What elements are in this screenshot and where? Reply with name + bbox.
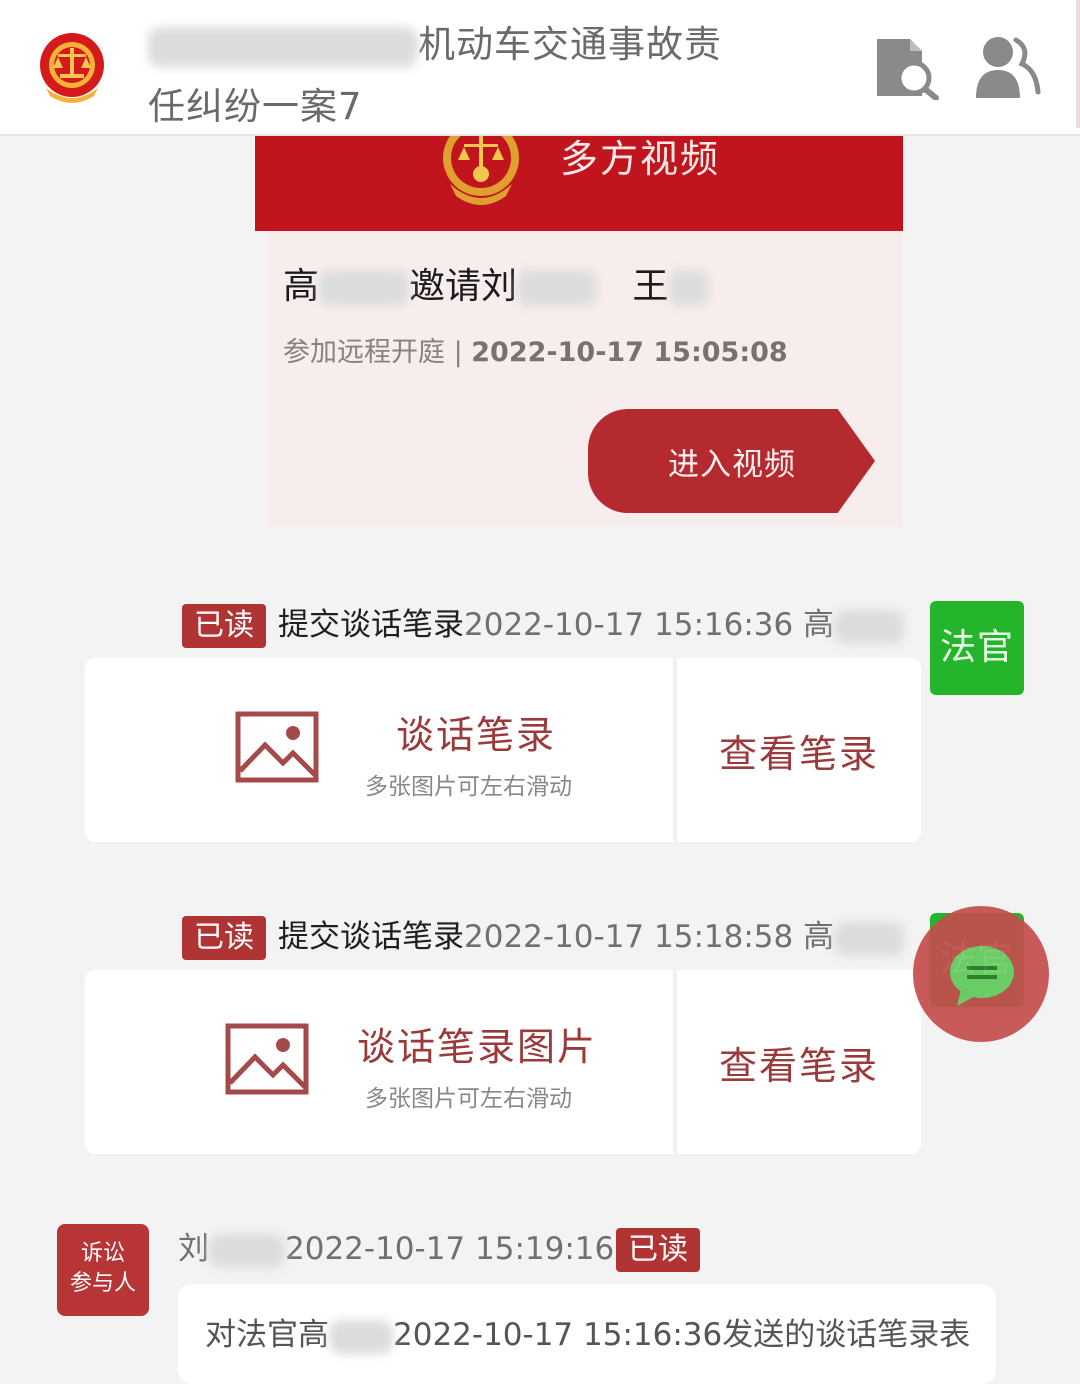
party-message-header: 刘 2022-10-17 15:19:16 bbox=[178, 1227, 614, 1271]
message-action: 提交谈话笔录 bbox=[278, 919, 464, 955]
video-invite-text: 高 邀请刘 王 bbox=[283, 262, 709, 312]
video-banner: 多方视频 bbox=[255, 136, 903, 231]
redacted-text bbox=[668, 270, 709, 306]
enter-video-button[interactable]: 进入视频 bbox=[588, 409, 875, 513]
note-subtitle: 多张图片可左右滑动 bbox=[365, 1086, 572, 1112]
image-icon bbox=[225, 1023, 309, 1095]
party-tag-line2: 参与人 bbox=[69, 1271, 136, 1296]
party-sender: 刘 bbox=[178, 1231, 209, 1267]
message-timestamp: 2022-10-17 15:18:58 高 bbox=[464, 919, 835, 955]
court-emblem-icon bbox=[40, 33, 104, 103]
read-badge: 已读 bbox=[182, 916, 266, 960]
transcript-card[interactable]: 谈话笔录 多张图片可左右滑动 查看笔录 bbox=[85, 658, 921, 842]
judge-avatar: 法官 bbox=[930, 601, 1024, 695]
read-badge: 已读 bbox=[616, 1228, 700, 1272]
party-tag-line1: 诉讼 bbox=[80, 1241, 125, 1266]
message-action: 提交谈话笔录 bbox=[278, 607, 464, 643]
chat-bubble-icon bbox=[950, 946, 1014, 1006]
view-transcript-button[interactable]: 查看笔录 bbox=[677, 658, 921, 842]
redacted-text bbox=[834, 609, 905, 644]
case-title: 机动车交通事故责 任纠纷一案7 bbox=[148, 14, 768, 138]
video-meta: 参加远程开庭 | 2022-10-17 15:05:08 bbox=[283, 333, 788, 373]
message-timestamp: 2022-10-17 15:16:36 高 bbox=[464, 607, 835, 643]
redacted-text bbox=[319, 270, 410, 306]
case-title-line2: 任纠纷一案7 bbox=[148, 85, 363, 128]
message-text-prefix: 对法官高 bbox=[205, 1317, 329, 1353]
note-subtitle: 多张图片可左右滑动 bbox=[365, 774, 572, 800]
participants-icon[interactable] bbox=[974, 34, 1042, 100]
invite-text: 邀请刘 bbox=[409, 266, 518, 307]
invitee-name: 王 bbox=[632, 266, 669, 307]
redacted-text bbox=[834, 921, 905, 956]
read-badge: 已读 bbox=[182, 604, 266, 648]
message-header: 提交谈话笔录2022-10-17 15:18:58 高 bbox=[278, 915, 905, 959]
redacted-text bbox=[148, 26, 418, 67]
message-text-suffix: 2022-10-17 15:16:36发送的谈话笔录表 bbox=[393, 1317, 971, 1353]
inviter-name: 高 bbox=[283, 266, 320, 307]
document-search-icon[interactable] bbox=[874, 36, 940, 100]
redacted-text bbox=[209, 1233, 285, 1268]
video-banner-title: 多方视频 bbox=[560, 137, 721, 181]
note-title: 谈话笔录 bbox=[396, 713, 557, 757]
party-timestamp: 2022-10-17 15:19:16 bbox=[285, 1231, 615, 1267]
message-text: 对法官高 2022-10-17 15:16:36发送的谈话笔录表 bbox=[205, 1312, 970, 1358]
image-icon bbox=[235, 711, 319, 783]
case-title-suffix: 机动车交通事故责 bbox=[418, 23, 722, 66]
message-header: 提交谈话笔录2022-10-17 15:16:36 高 bbox=[278, 603, 905, 647]
redacted-text bbox=[517, 270, 598, 306]
redacted-text bbox=[329, 1319, 393, 1354]
view-transcript-button[interactable]: 查看笔录 bbox=[677, 970, 921, 1154]
transcript-card[interactable]: 谈话笔录图片 多张图片可左右滑动 查看笔录 bbox=[85, 970, 921, 1154]
meta-time: 2022-10-17 15:05:08 bbox=[471, 337, 788, 368]
court-emblem-icon bbox=[443, 136, 519, 205]
note-title: 谈话笔录图片 bbox=[357, 1025, 598, 1069]
party-avatar: 诉讼 参与人 bbox=[57, 1224, 149, 1316]
top-bar: 机动车交通事故责 任纠纷一案7 bbox=[0, 0, 1080, 136]
floating-chat-button[interactable] bbox=[913, 906, 1049, 1042]
edge-shadow bbox=[1076, 0, 1080, 128]
meta-label: 参加远程开庭 | bbox=[283, 337, 472, 368]
